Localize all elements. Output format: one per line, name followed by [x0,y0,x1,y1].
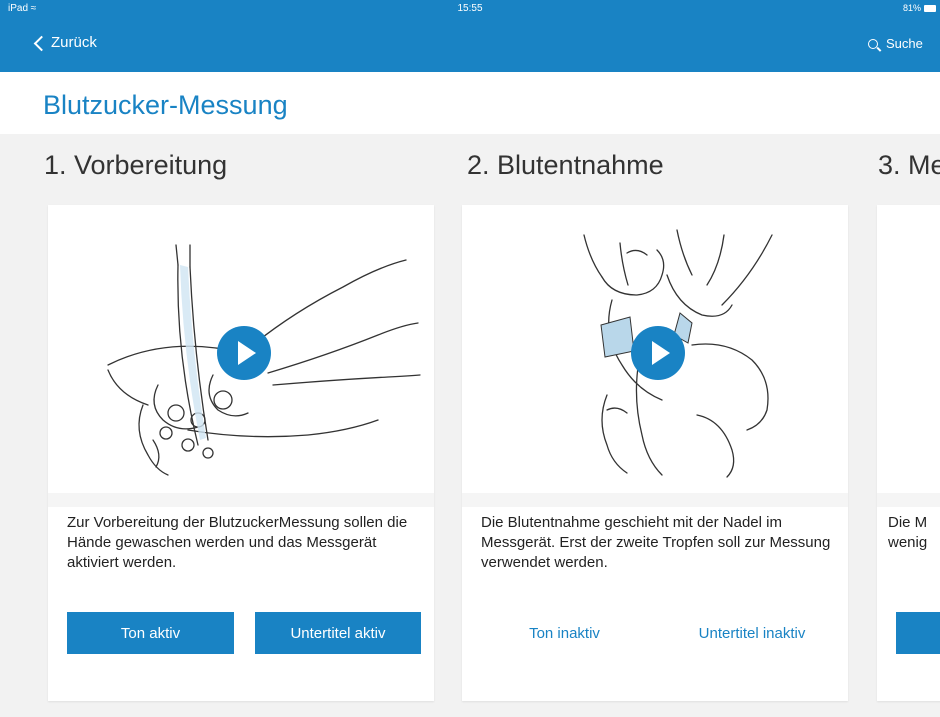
card-measurement: Die M wenig [877,205,940,701]
search-button[interactable]: Suche [868,36,923,51]
card-description: Die M wenig [888,513,940,553]
card-divider [877,493,940,507]
section-title-measurement: 3. Me [878,150,940,180]
battery-percent: 81% [902,3,921,13]
chevron-left-icon [33,35,50,51]
back-label: Zurück [51,34,97,51]
sound-toggle-button[interactable] [896,612,940,654]
video-illustration-finger-prick[interactable] [462,205,848,493]
card-divider [48,493,434,507]
sound-toggle-button[interactable]: Ton aktiv [67,612,234,654]
card-divider [462,493,848,507]
back-button[interactable]: Zurück [33,34,97,51]
card-preparation: Zur Vorbereitung der BlutzuckerMessung s… [48,205,434,701]
page-title: Blutzucker-Messung [43,90,288,120]
status-battery: 81% [903,3,936,13]
subtitle-toggle-button[interactable]: Untertitel inaktiv [669,612,835,654]
app-screen: iPad ≈ 15:55 81% Zurück Suche Blutzucker… [0,0,940,717]
search-label: Suche [886,36,923,51]
search-icon [868,38,878,49]
battery-icon [924,4,936,12]
play-icon[interactable] [217,326,271,380]
navigation-bar: iPad ≈ 15:55 81% Zurück Suche [0,0,940,72]
card-description: Die Blutentnahme geschieht mit der Nadel… [481,514,831,571]
section-title-preparation: 1. Vorbereitung [44,150,228,180]
status-time: 15:55 [457,3,483,14]
subtitle-toggle-button[interactable]: Untertitel aktiv [255,612,421,654]
title-bar: Blutzucker-Messung [0,72,940,134]
card-description-line: wenig [888,534,928,551]
section-title-blood-sampling: 2. Blutentnahme [467,150,664,180]
sound-toggle-button[interactable]: Ton inaktiv [481,612,648,654]
card-description-line: Die M [888,514,928,531]
card-description: Zur Vorbereitung der BlutzuckerMessung s… [67,514,408,571]
video-illustration-hand-washing[interactable] [48,205,434,493]
play-icon[interactable] [631,326,685,380]
card-blood-sampling: Die Blutentnahme geschieht mit der Nadel… [462,205,848,701]
